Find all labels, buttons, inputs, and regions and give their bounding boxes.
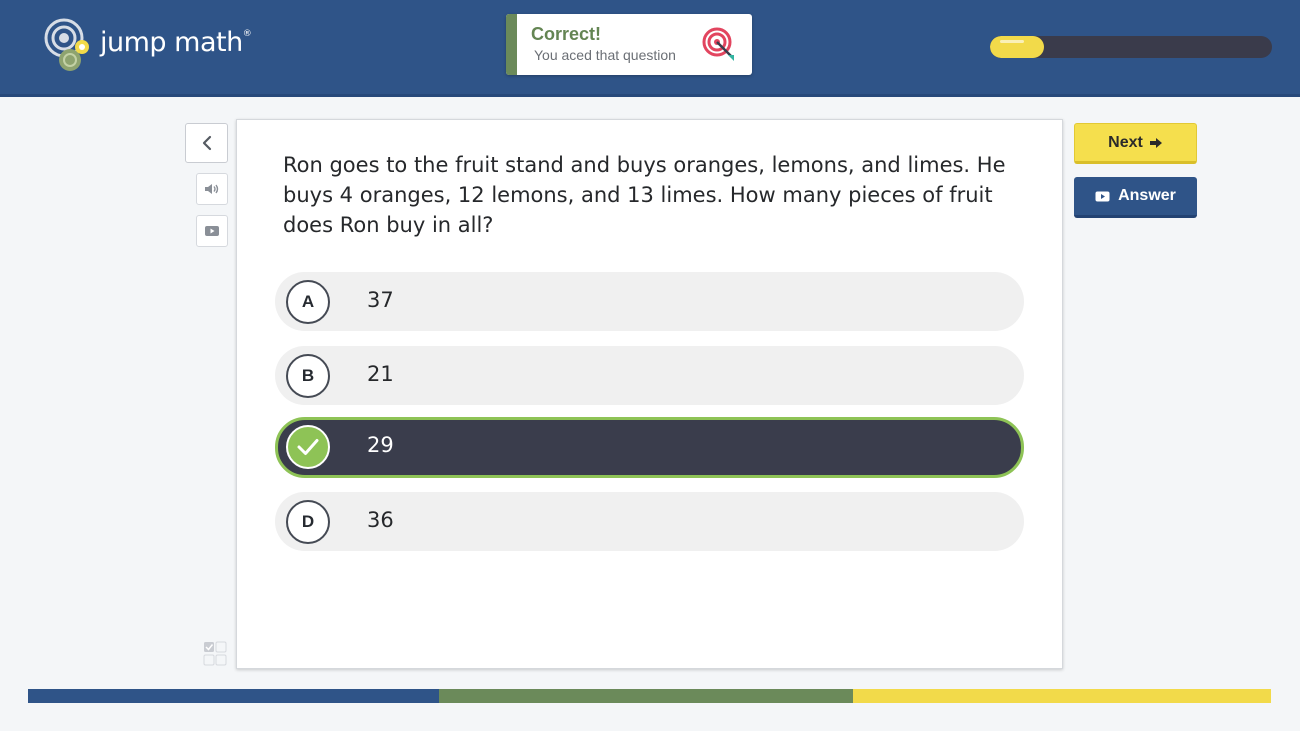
toast-accent-bar (506, 14, 517, 75)
option-letter: B (286, 354, 330, 398)
option-value: 29 (367, 433, 394, 457)
target-icon (702, 27, 734, 61)
option-value: 36 (367, 508, 394, 532)
read-aloud-button[interactable] (196, 173, 228, 205)
arrow-right-icon (1149, 137, 1162, 148)
answer-button-label: Answer (1118, 187, 1176, 204)
stripe-segment-blue (28, 689, 439, 703)
chevron-left-icon (202, 135, 211, 151)
question-card: Ron goes to the fruit stand and buys ora… (236, 119, 1063, 669)
checkmark-icon (297, 439, 319, 455)
option-letter: A (286, 280, 330, 324)
option-b[interactable]: B 21 (275, 346, 1024, 405)
top-bar: jump math® Correct! You aced that questi… (0, 0, 1300, 97)
stripe-segment-green (439, 689, 853, 703)
toast-subtitle: You aced that question (534, 47, 676, 63)
feedback-toast: Correct! You aced that question (506, 14, 752, 75)
option-d[interactable]: D 36 (275, 492, 1024, 551)
quiz-progress-bar (990, 36, 1272, 58)
option-c-selected[interactable]: 29 (275, 417, 1024, 478)
option-a[interactable]: A 37 (275, 272, 1024, 331)
toast-title: Correct! (531, 24, 602, 44)
footer-color-stripe (28, 689, 1271, 703)
speaker-icon (205, 184, 219, 194)
progress-fill (990, 36, 1044, 58)
logo-circles-icon (44, 18, 89, 71)
option-letter: D (286, 500, 330, 544)
video-button[interactable] (196, 215, 228, 247)
question-text: Ron goes to the fruit stand and buys ora… (283, 153, 1006, 237)
option-value: 37 (367, 288, 394, 312)
answer-button[interactable]: Answer (1074, 177, 1197, 218)
next-button[interactable]: Next (1074, 123, 1197, 164)
checklist-grid-icon[interactable] (203, 641, 228, 667)
back-button[interactable] (185, 123, 228, 163)
next-button-label: Next (1108, 133, 1143, 151)
brand-name: jump math® (100, 26, 252, 58)
video-icon (205, 226, 219, 236)
correct-check-badge (286, 425, 330, 469)
stripe-segment-yellow (853, 689, 1271, 703)
video-icon (1095, 191, 1110, 201)
jump-math-logo: jump math® (44, 18, 252, 74)
option-value: 21 (367, 362, 394, 386)
